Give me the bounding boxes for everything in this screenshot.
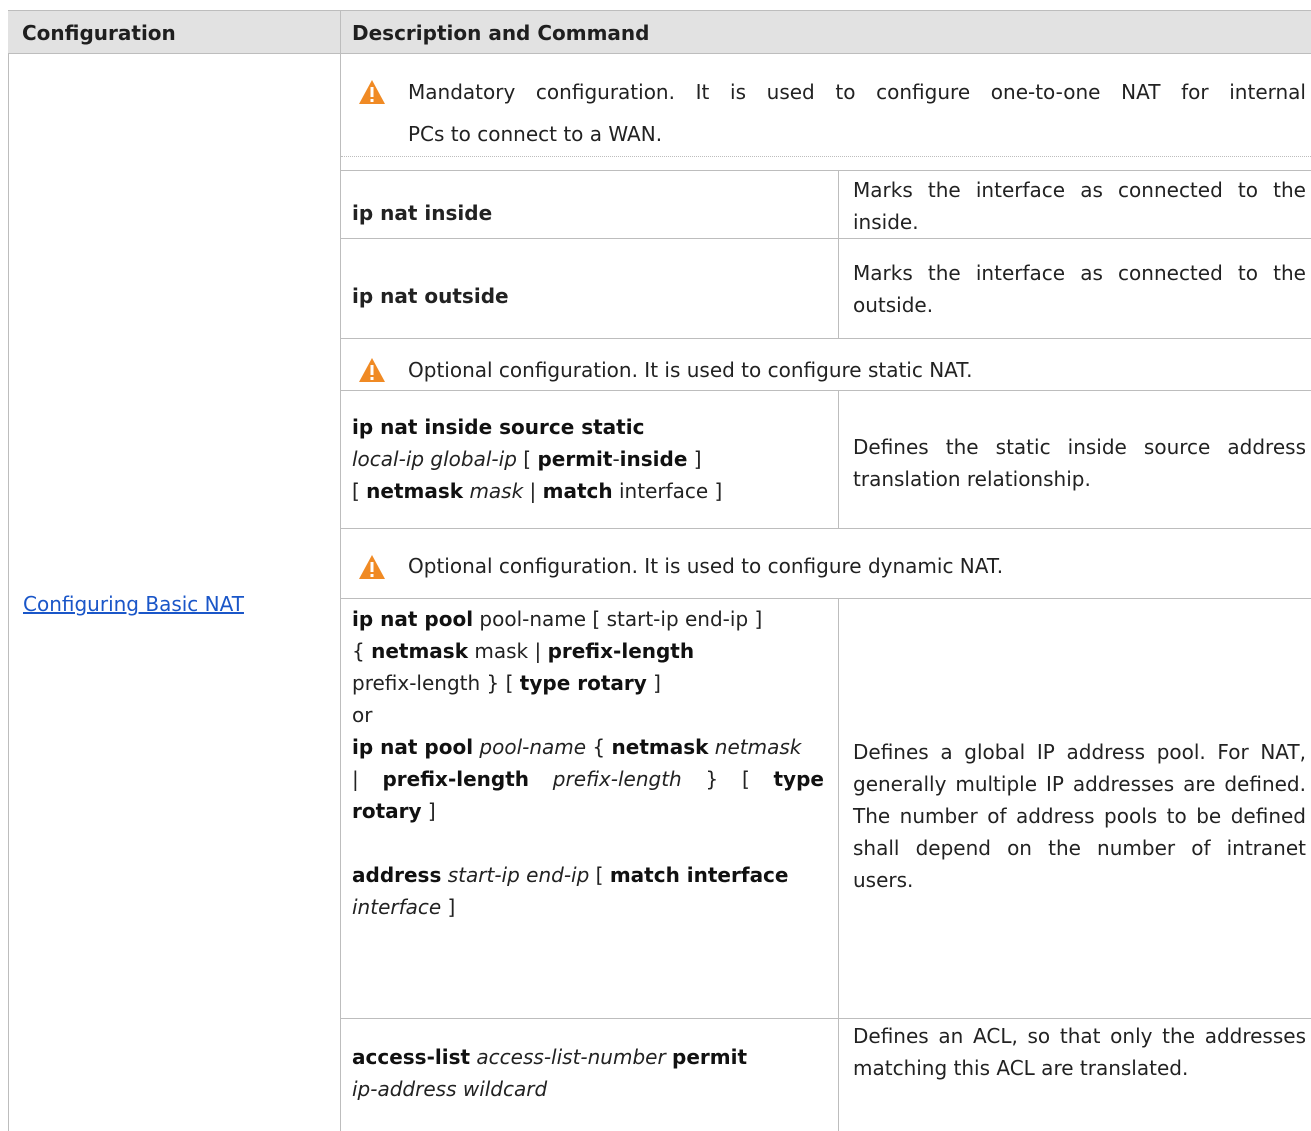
left-border [8,54,9,1131]
row-line [341,390,1311,391]
desc-ip-nat-outside: Marks the interface as connected to the … [853,261,1306,317]
desc-global-ip-pool: Defines a global IP address pool. For NA… [853,740,1306,892]
header-description: Description and Command [352,21,650,45]
warning-triangle-icon [359,358,385,382]
row-line [341,528,1311,529]
inner-divider-3 [838,598,839,1131]
mandatory-note-line1: Mandatory configuration. It is used to c… [408,80,1306,104]
command-ip-nat-inside-source-static: ip nat inside source static local-ip glo… [352,415,723,503]
dynamic-nat-note: Optional configuration. It is used to co… [408,554,1004,578]
command-access-list: access-list access-list-number permit ip… [352,1045,748,1101]
warning-triangle-icon [359,555,385,579]
warning-triangle-icon [359,80,385,104]
inner-divider-2 [838,390,839,528]
row-line [341,170,1311,171]
command-ip-nat-inside: ip nat inside [352,201,493,225]
row-line [341,598,1311,599]
command-ip-nat-outside: ip nat outside [352,284,509,308]
row-line [341,238,1311,239]
inner-divider-1 [838,170,839,338]
table-header: Configuration Description and Command [8,10,1311,54]
command-ip-nat-pool: ip nat pool pool-name [ start-ip end-ip … [352,607,824,919]
desc-access-list: Defines an ACL, so that only the address… [853,1024,1306,1080]
configuring-basic-nat-link[interactable]: Configuring Basic NAT [23,592,244,616]
desc-ip-nat-inside: Marks the interface as connected to the … [853,178,1306,234]
header-configuration: Configuration [22,21,176,45]
desc-static-translation: Defines the static inside source address… [853,435,1306,491]
mandatory-note-line2: PCs to connect to a WAN. [408,122,663,146]
row-line [341,338,1311,339]
column-divider [340,54,341,1131]
row-line [341,1018,1311,1019]
dotted-separator [341,156,1311,157]
static-nat-note: Optional configuration. It is used to co… [408,358,973,382]
header-divider [340,11,341,53]
